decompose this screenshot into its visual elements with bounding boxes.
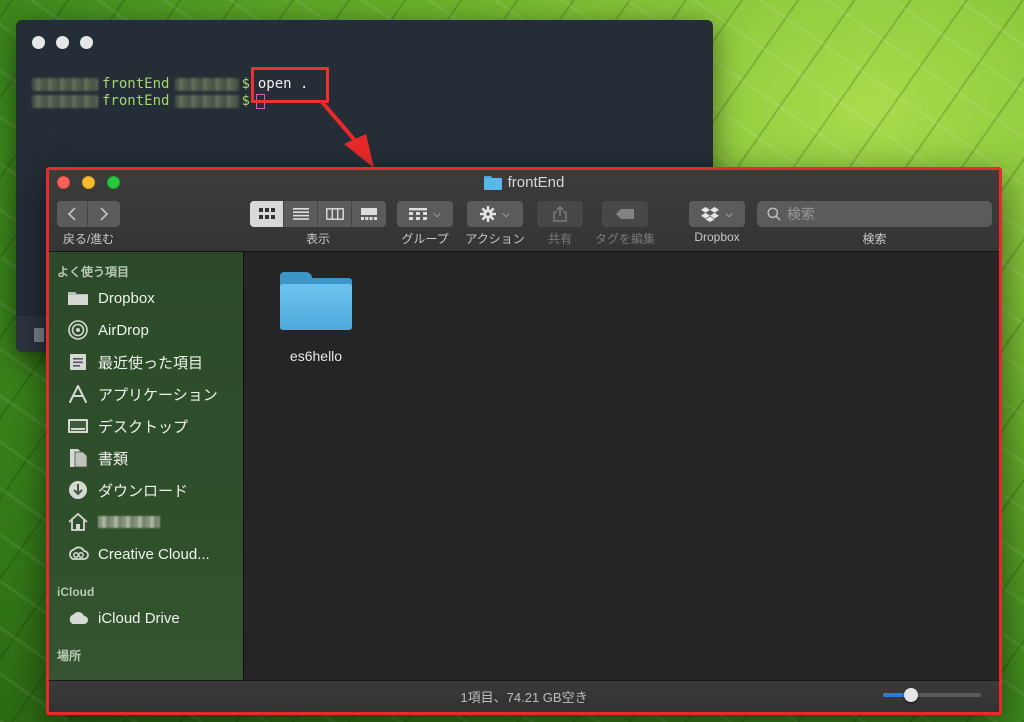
sidebar-item-documents[interactable]: 書類 <box>49 442 243 474</box>
sidebar-item-recents[interactable]: 最近使った項目 <box>49 346 243 378</box>
sidebar-item-desktop[interactable]: デスクトップ <box>49 410 243 442</box>
chevron-down-icon: ⌵ <box>433 208 441 220</box>
terminal-close-button[interactable] <box>32 36 45 49</box>
redacted-username <box>32 78 98 91</box>
group-label: グループ <box>401 232 449 246</box>
folder-icon <box>67 288 89 308</box>
view-mode-control <box>250 201 386 227</box>
nav-label: 戻る/進む <box>62 232 115 246</box>
group-grid-icon <box>409 208 428 220</box>
redacted-hostname <box>175 95 240 108</box>
folder-icon[interactable] <box>278 270 354 332</box>
sidebar-item-home[interactable] <box>49 506 243 538</box>
redacted-username <box>32 95 98 108</box>
applications-icon <box>67 384 89 404</box>
sidebar-item-airdrop[interactable]: AirDrop <box>49 314 243 346</box>
search-field[interactable] <box>757 201 992 227</box>
chevron-down-icon: ⌵ <box>725 208 733 220</box>
window-title: frontEnd <box>49 174 999 191</box>
home-icon <box>67 512 89 532</box>
list-view-button[interactable] <box>284 201 318 227</box>
dropbox-label: Dropbox <box>694 230 740 244</box>
sidebar-item-label: iCloud Drive <box>98 609 180 627</box>
dropbox-button[interactable]: ⌵ <box>689 201 745 227</box>
columns-icon <box>325 208 344 220</box>
search-input[interactable] <box>787 206 967 222</box>
terminal-zoom-button[interactable] <box>80 36 93 49</box>
file-name[interactable]: es6hello <box>276 348 356 364</box>
annotation-arrow-icon <box>320 100 374 168</box>
action-label: アクション <box>465 232 525 246</box>
back-forward-control <box>57 201 120 227</box>
edit-tags-button[interactable] <box>602 201 648 227</box>
search-icon <box>767 207 781 221</box>
terminal-cwd: frontEnd <box>102 93 170 109</box>
finder-sidebar: よく使う項目 Dropbox AirDrop 最近使った項目 アプリケーション <box>49 252 244 680</box>
sidebar-heading-icloud: iCloud <box>57 585 95 599</box>
document-icon <box>34 328 44 342</box>
action-button[interactable]: ⌵ <box>467 201 523 227</box>
terminal-minimize-button[interactable] <box>56 36 69 49</box>
column-view-button[interactable] <box>318 201 352 227</box>
airdrop-icon <box>67 320 89 340</box>
terminal-prompt: $ <box>241 76 250 92</box>
status-text: 1項目、74.21 GB空き <box>460 690 588 705</box>
share-button[interactable] <box>537 201 583 227</box>
sidebar-item-label: 書類 <box>98 450 129 468</box>
desktop-icon <box>67 416 89 436</box>
file-browser-area[interactable]: es6hello <box>244 252 999 680</box>
sidebar-item-label: 最近使った項目 <box>98 354 204 372</box>
dropbox-icon <box>701 206 720 222</box>
terminal-prompt: $ <box>241 93 250 109</box>
redacted-home-name <box>98 516 160 528</box>
sidebar-item-label: デスクトップ <box>98 418 189 436</box>
sidebar-item-creative-cloud[interactable]: Creative Cloud... <box>49 538 243 570</box>
share-icon <box>553 206 567 222</box>
sidebar-item-label: アプリケーション <box>98 386 218 404</box>
back-button[interactable] <box>57 201 88 227</box>
sidebar-item-downloads[interactable]: ダウンロード <box>49 474 243 506</box>
file-item-es6hello[interactable]: es6hello <box>276 270 356 364</box>
recents-icon <box>67 352 89 372</box>
sidebar-item-label: ダウンロード <box>98 482 189 500</box>
slider-knob[interactable] <box>904 688 918 702</box>
sidebar-item-applications[interactable]: アプリケーション <box>49 378 243 410</box>
sidebar-item-label: Dropbox <box>98 289 155 307</box>
sidebar-item-label: Creative Cloud... <box>98 545 210 563</box>
icon-view-button[interactable] <box>250 201 284 227</box>
edit-tags-label: タグを編集 <box>594 232 655 246</box>
creative-cloud-icon <box>67 544 89 564</box>
gear-icon <box>480 206 497 222</box>
chevron-down-icon: ⌵ <box>502 208 510 220</box>
grid-icon <box>258 208 275 219</box>
finder-window[interactable]: frontEnd 戻る/進む 表示 ⌵ グループ ⌵ アクション 共有 タグを編… <box>46 167 1002 715</box>
chevron-left-icon <box>67 207 76 221</box>
forward-button[interactable] <box>88 201 120 227</box>
chevron-right-icon <box>100 207 109 221</box>
cloud-icon <box>67 608 89 628</box>
search-label: 検索 <box>862 232 887 246</box>
status-bar: 1項目、74.21 GB空き <box>49 680 999 712</box>
icon-size-slider[interactable] <box>883 688 981 702</box>
folder-icon <box>483 175 502 190</box>
finder-toolbar: frontEnd 戻る/進む 表示 ⌵ グループ ⌵ アクション 共有 タグを編… <box>49 170 999 252</box>
downloads-icon <box>67 480 89 500</box>
tag-icon <box>616 209 634 219</box>
view-label: 表示 <box>305 232 330 246</box>
sidebar-heading-favorites: よく使う項目 <box>57 265 130 279</box>
window-title-text: frontEnd <box>507 174 565 191</box>
documents-icon <box>67 448 89 468</box>
sidebar-item-label: AirDrop <box>98 321 149 339</box>
sidebar-item-icloud-drive[interactable]: iCloud Drive <box>49 602 243 634</box>
list-icon <box>292 208 309 220</box>
redacted-hostname <box>175 78 240 91</box>
terminal-window-controls <box>32 36 93 49</box>
terminal-cwd: frontEnd <box>102 76 170 92</box>
sidebar-item-dropbox[interactable]: Dropbox <box>49 282 243 314</box>
share-label: 共有 <box>547 232 572 246</box>
gallery-view-button[interactable] <box>352 201 386 227</box>
gallery-icon <box>361 208 377 220</box>
sidebar-heading-locations: 場所 <box>57 649 82 663</box>
group-button[interactable]: ⌵ <box>397 201 453 227</box>
